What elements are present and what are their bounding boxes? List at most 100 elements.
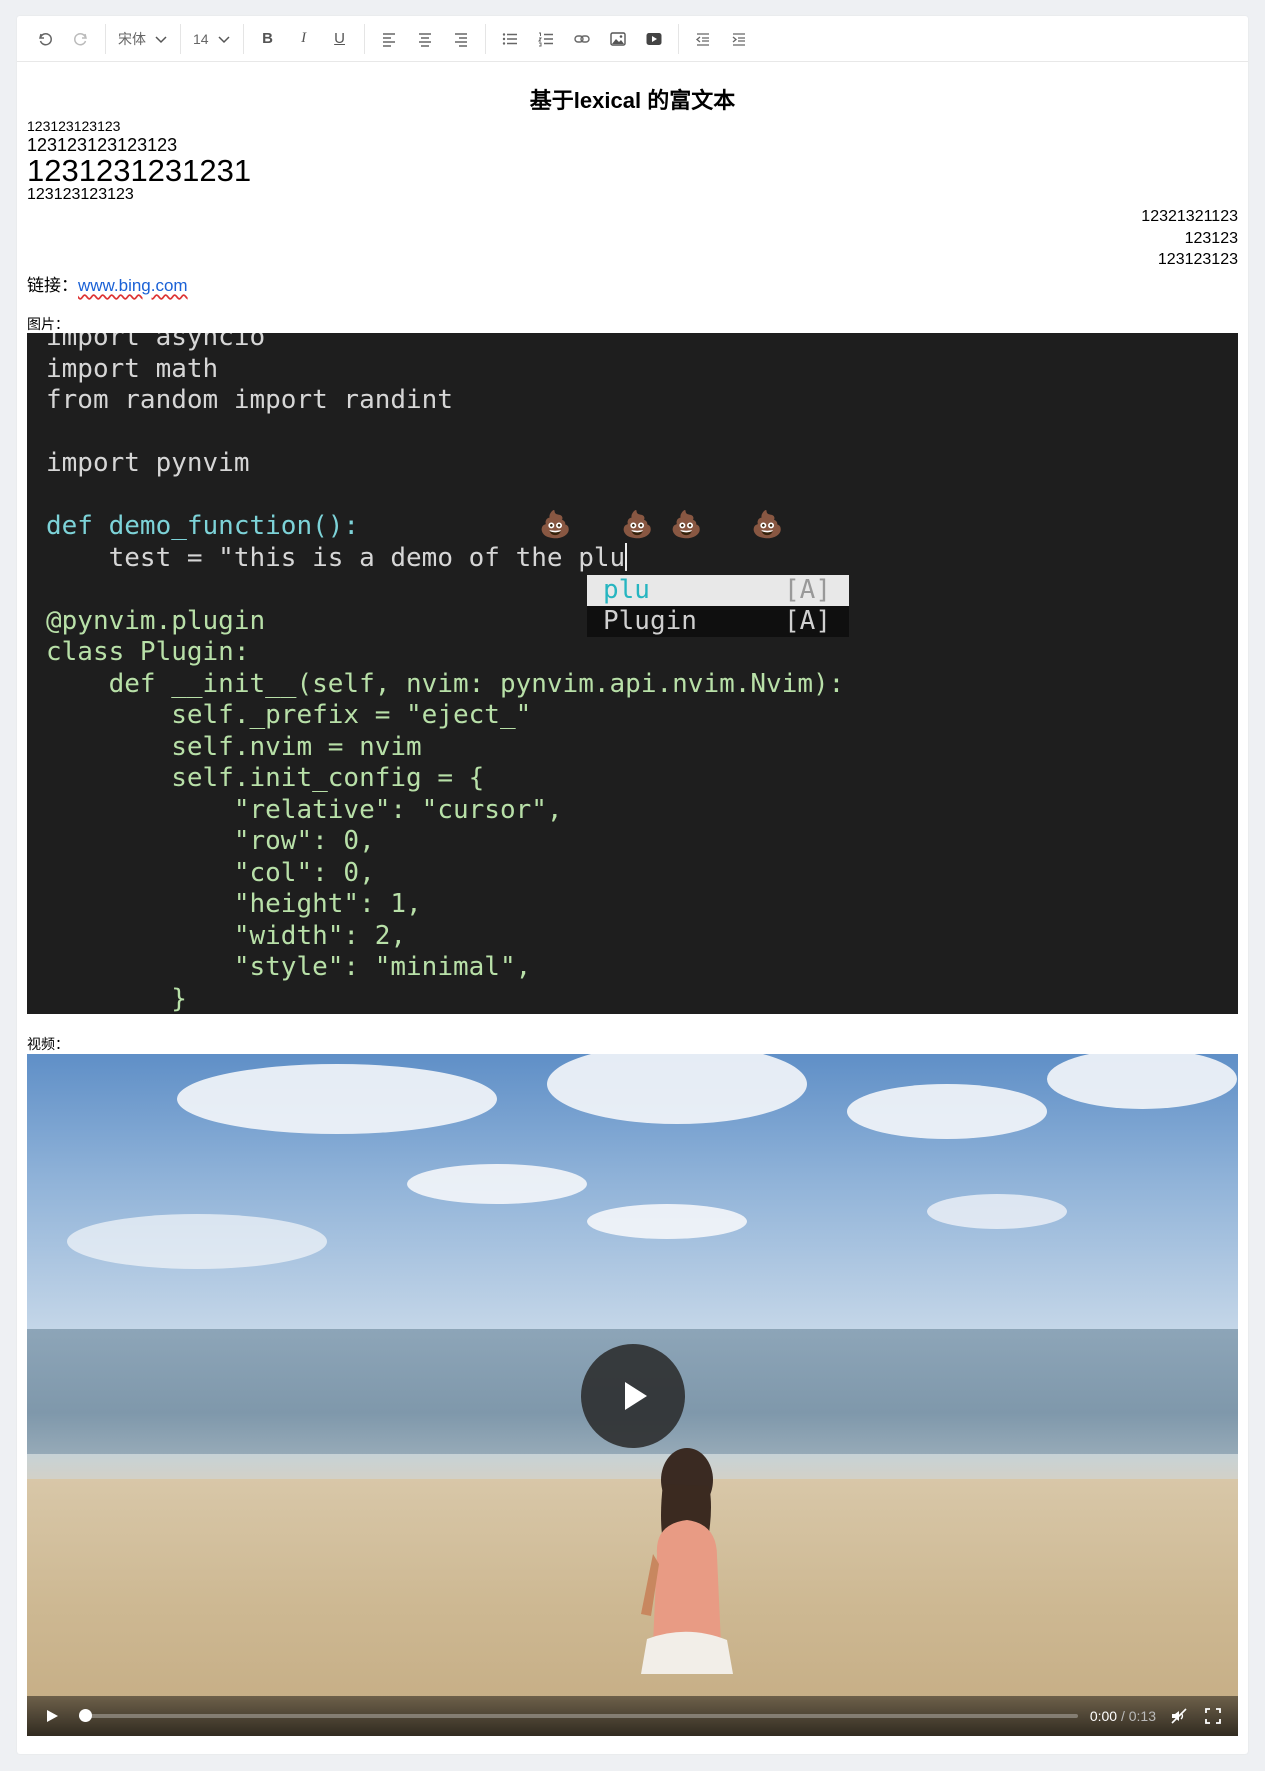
completion-tag: [A] bbox=[784, 606, 831, 636]
play-icon bbox=[625, 1382, 647, 1410]
undo-icon bbox=[39, 32, 52, 45]
chevron-down-icon bbox=[155, 35, 167, 43]
code-line: class Plugin: bbox=[46, 637, 250, 667]
poop-emoji-icon: 💩 bbox=[751, 509, 784, 539]
code-line: self._prefix = "eject_" bbox=[46, 700, 532, 730]
cloud bbox=[847, 1084, 1047, 1139]
code-screenshot-image[interactable]: import asyncio import math from random i… bbox=[27, 333, 1238, 1014]
chevron-down-icon bbox=[218, 35, 230, 43]
insert-image-button[interactable] bbox=[603, 24, 633, 54]
toolbar-divider bbox=[363, 23, 365, 54]
link-line: 链接：www.bing.com bbox=[27, 271, 188, 296]
link-button[interactable] bbox=[567, 24, 597, 54]
code-line: from random import randint bbox=[46, 385, 453, 415]
code-line: def __init__(self, nvim: pynvim.api.nvim… bbox=[46, 668, 845, 699]
font-family-select[interactable]: 宋体 bbox=[112, 24, 174, 54]
font-family-value: 宋体 bbox=[118, 30, 146, 47]
video-seek-bar[interactable] bbox=[79, 1709, 1078, 1722]
underline-icon: U bbox=[334, 30, 345, 47]
toolbar: 宋体 14 B I U bbox=[17, 16, 1248, 62]
code-line: "style": "minimal", bbox=[46, 952, 532, 982]
woman-figure bbox=[641, 1448, 733, 1674]
text-line-small: 123123123123 bbox=[27, 118, 121, 134]
completion-word: Plugin bbox=[603, 606, 697, 636]
numbered-list-icon bbox=[537, 32, 553, 46]
cloud bbox=[177, 1064, 497, 1134]
align-right-icon bbox=[454, 32, 467, 47]
code-line: "relative": "cursor", bbox=[46, 794, 563, 825]
current-time: 0:00 bbox=[1089, 1708, 1118, 1724]
indent-button[interactable] bbox=[724, 24, 754, 54]
video-time: 0:00 / 0:13 bbox=[1090, 1708, 1156, 1724]
toolbar-divider bbox=[242, 23, 244, 54]
code-line: import pynvim bbox=[46, 448, 250, 478]
video-play-overlay-button[interactable] bbox=[581, 1344, 685, 1448]
redo-button[interactable] bbox=[66, 24, 96, 54]
video-controls: 0:00 / 0:13 bbox=[27, 1696, 1238, 1736]
code-line: "row": 0, bbox=[46, 826, 375, 856]
image-icon bbox=[609, 31, 626, 46]
video-label: 视频： bbox=[27, 1036, 69, 1052]
code-line: "width": 2, bbox=[46, 920, 407, 951]
code-line: import math bbox=[46, 353, 219, 384]
toolbar-divider bbox=[677, 23, 679, 54]
cloud bbox=[407, 1164, 587, 1204]
poop-emoji-icon: 💩 bbox=[621, 509, 654, 539]
align-right-button[interactable] bbox=[446, 24, 476, 54]
bullet-list-button[interactable] bbox=[495, 24, 525, 54]
code-line: import asyncio bbox=[46, 333, 266, 352]
code-line: "height": 1, bbox=[46, 889, 422, 919]
align-center-button[interactable] bbox=[410, 24, 440, 54]
bullet-list-icon bbox=[502, 32, 517, 45]
seek-knob[interactable] bbox=[79, 1709, 92, 1722]
redo-icon bbox=[74, 32, 87, 45]
cloud bbox=[927, 1194, 1067, 1229]
cloud bbox=[67, 1214, 327, 1269]
outdent-button[interactable] bbox=[688, 24, 718, 54]
code-block: import asyncio import math from random i… bbox=[46, 333, 844, 1014]
code-line: } bbox=[46, 983, 187, 1014]
bold-button[interactable]: B bbox=[253, 24, 283, 54]
font-size-select[interactable]: 14 bbox=[187, 24, 237, 54]
completion-popup: plu [A] Plugin [A] bbox=[587, 575, 849, 637]
poop-emoji-icon: 💩 bbox=[539, 509, 572, 539]
font-size-value: 14 bbox=[193, 30, 209, 47]
text-line-large: 1231231231231 bbox=[27, 153, 252, 188]
right-aligned-line: 123123 bbox=[1184, 230, 1238, 247]
toolbar-divider bbox=[180, 23, 181, 54]
play-button[interactable] bbox=[41, 1705, 63, 1727]
completion-item: plu [A] bbox=[587, 575, 849, 606]
text-cursor bbox=[625, 542, 628, 571]
volume-muted-icon bbox=[1171, 1708, 1187, 1724]
mute-button[interactable] bbox=[1168, 1705, 1190, 1727]
code-line: test = "this is a demo of the plu bbox=[46, 542, 626, 573]
numbered-list-button[interactable] bbox=[531, 24, 561, 54]
underline-button[interactable]: U bbox=[325, 24, 355, 54]
align-left-button[interactable] bbox=[374, 24, 404, 54]
fullscreen-icon bbox=[1205, 1708, 1221, 1724]
undo-button[interactable] bbox=[30, 24, 60, 54]
fullscreen-button[interactable] bbox=[1202, 1705, 1224, 1727]
completion-item: Plugin [A] bbox=[587, 606, 849, 637]
video-player[interactable]: 0:00 / 0:13 bbox=[27, 1054, 1238, 1736]
align-center-icon bbox=[418, 32, 431, 47]
link-icon bbox=[573, 34, 590, 43]
cloud bbox=[587, 1204, 747, 1239]
time-separator: / bbox=[1117, 1708, 1129, 1724]
bold-icon: B bbox=[262, 30, 273, 47]
italic-button[interactable]: I bbox=[289, 24, 319, 54]
code-line: @pynvim.plugin bbox=[46, 605, 266, 636]
code-line: def demo_function(): bbox=[46, 511, 360, 541]
image-label: 图片： bbox=[27, 316, 69, 332]
align-left-icon bbox=[382, 32, 395, 47]
document-title: 基于lexical 的富文本 bbox=[529, 88, 736, 113]
completion-tag: [A] bbox=[784, 575, 831, 605]
insert-video-button[interactable] bbox=[639, 24, 669, 54]
outdent-icon bbox=[695, 32, 709, 46]
poop-emoji-icon: 💩 bbox=[670, 509, 703, 539]
play-icon bbox=[47, 1710, 58, 1722]
code-line: self.nvim = nvim bbox=[46, 731, 422, 762]
text-line-normal: 123123123123 bbox=[27, 186, 134, 203]
completion-word: plu bbox=[603, 575, 650, 605]
bing-link[interactable]: www.bing.com bbox=[78, 276, 188, 295]
